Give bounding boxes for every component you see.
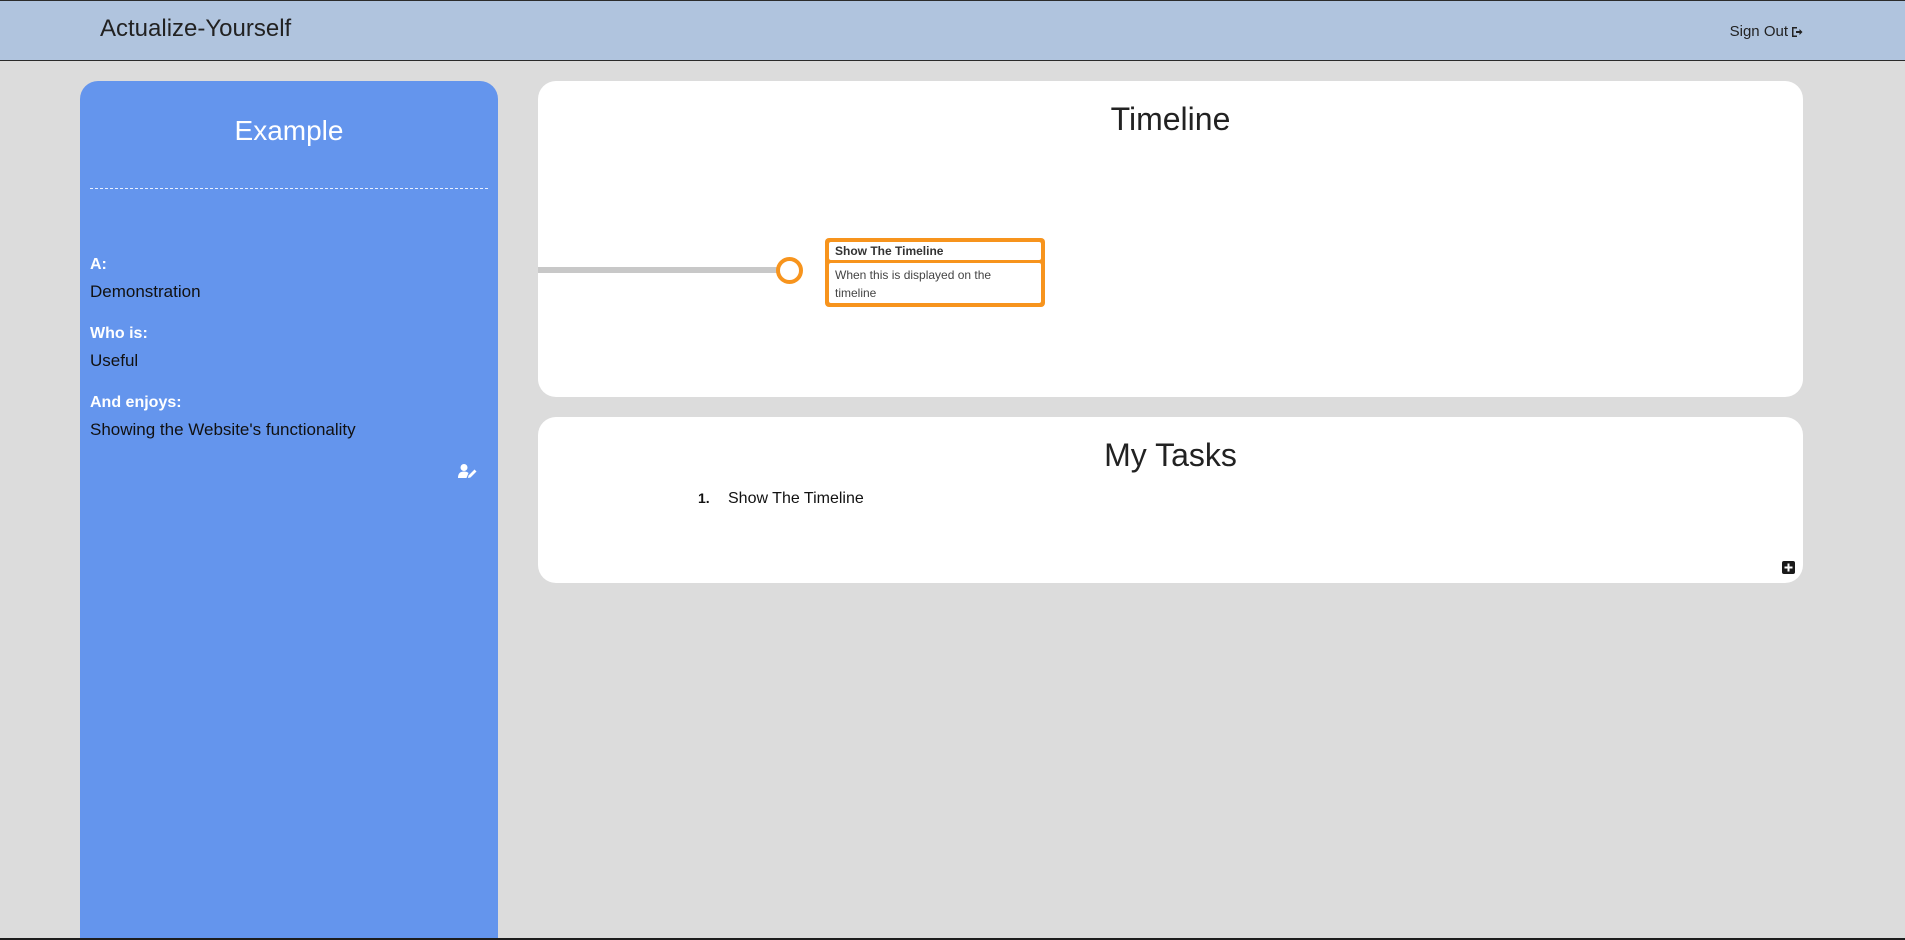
tasks-card: My Tasks 1. Show The Timeline	[538, 417, 1803, 583]
task-number: 1.	[698, 490, 710, 506]
task-item[interactable]: 1. Show The Timeline	[698, 490, 864, 508]
sidebar-divider	[90, 188, 488, 189]
profile-field-label: A:	[90, 256, 107, 273]
edit-profile-button[interactable]	[458, 463, 478, 484]
sign-out-label: Sign Out	[1729, 23, 1788, 40]
profile-sidebar: Example A: Demonstration Who is: Useful …	[80, 81, 498, 940]
add-task-button[interactable]	[1782, 561, 1795, 579]
profile-field-label: Who is:	[90, 325, 148, 342]
timeline-event-description: When this is displayed on the timeline	[829, 263, 1041, 303]
profile-name: Example	[234, 115, 344, 146]
top-navbar: Actualize-Yourself Sign Out	[0, 0, 1905, 61]
task-label: Show The Timeline	[728, 490, 864, 507]
plus-square-icon	[1782, 561, 1795, 578]
timeline-card: Timeline Show The Timeline When this is …	[538, 81, 1803, 397]
profile-field-value: Demonstration	[90, 282, 201, 301]
timeline-event-card[interactable]: Show The Timeline When this is displayed…	[825, 238, 1045, 307]
brand-title[interactable]: Actualize-Yourself	[100, 15, 291, 43]
profile-field-value: Showing the Website's functionality	[90, 420, 356, 439]
timeline-title: Timeline	[1110, 101, 1231, 137]
user-edit-icon	[458, 464, 478, 483]
timeline-event-marker[interactable]	[776, 257, 803, 284]
profile-field-value: Useful	[90, 351, 139, 370]
profile-field-label: And enjoys:	[90, 394, 182, 411]
timeline-track	[538, 267, 778, 273]
task-list: 1. Show The Timeline	[698, 490, 864, 508]
sign-out-icon	[1791, 26, 1803, 38]
timeline-event-title: Show The Timeline	[829, 242, 1041, 260]
sign-out-button[interactable]: Sign Out	[1730, 23, 1803, 40]
tasks-title: My Tasks	[1104, 437, 1237, 473]
